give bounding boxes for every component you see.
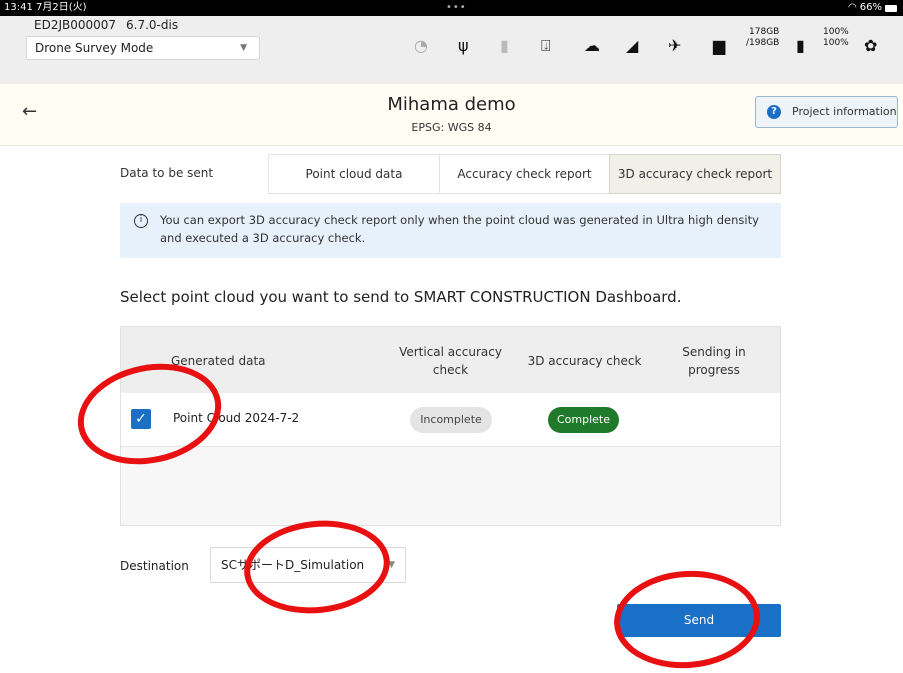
device-id: ED2JB000007 <box>34 18 117 32</box>
project-information-button[interactable]: ? Project information <box>755 96 898 128</box>
point-cloud-table: Generated data Vertical accuracy check 3… <box>120 326 781 526</box>
header-3d-accuracy: 3D accuracy check <box>527 354 642 368</box>
tab-point-cloud-data[interactable]: Point cloud data <box>268 154 440 194</box>
mode-select[interactable]: Drone Survey Mode ▼ <box>26 36 260 60</box>
header-sending: Sending in progress <box>682 345 746 377</box>
battery-icon <box>885 4 897 12</box>
header-generated-data: Generated data <box>171 354 266 368</box>
multitask-dots[interactable]: ••• <box>446 0 467 16</box>
data-type-tabs: Data to be sent Point cloud data Accurac… <box>120 154 781 194</box>
3d-accuracy-status-badge: Complete <box>548 407 619 433</box>
storage-readout: 178GB /198GB <box>746 27 779 49</box>
row-name: Point Cloud 2024-7-2 <box>173 411 300 425</box>
tab-label: 3D accuracy check report <box>617 167 773 181</box>
help-icon: ? <box>767 105 781 119</box>
mode-select-value: Drone Survey Mode <box>35 41 154 55</box>
tab-label: Point cloud data <box>305 167 403 181</box>
gauge-icon[interactable]: ◔ <box>414 36 428 55</box>
storage-total: /198GB <box>746 38 780 48</box>
clock: 13:41 7月2日(火) <box>4 2 87 13</box>
table-row[interactable]: ✓ Point Cloud 2024-7-2 Incomplete Comple… <box>121 393 780 447</box>
battery-level-b: 100% <box>823 38 849 48</box>
select-instruction: Select point cloud you want to send to S… <box>120 288 682 306</box>
chevron-down-icon: ▼ <box>388 560 395 570</box>
tab-3d-accuracy-check-report[interactable]: 3D accuracy check report <box>609 154 781 194</box>
battery-levels: 100% 100% <box>823 27 849 49</box>
vertical-status-badge: Incomplete <box>410 407 492 433</box>
destination-value: SCサポートD_Simulation <box>221 558 365 572</box>
tab-label: Accuracy check report <box>457 167 592 181</box>
row-checkbox[interactable]: ✓ <box>131 409 151 429</box>
signal-icon[interactable]: ◢ <box>626 36 638 55</box>
system-status-bar: 13:41 7月2日(火) ••• ◠ 66% <box>0 0 903 16</box>
gear-icon[interactable]: ✿ <box>864 36 877 55</box>
status-right: ◠ 66% <box>848 0 897 16</box>
notice-text: You can export 3D accuracy check report … <box>160 213 759 245</box>
info-notice: i You can export 3D accuracy check repor… <box>120 203 781 258</box>
firmware-version: 6.7.0-dis <box>126 18 179 32</box>
table-header: Generated data Vertical accuracy check 3… <box>121 327 780 393</box>
data-to-be-sent-label: Data to be sent <box>120 166 214 180</box>
header-vertical-accuracy: Vertical accuracy check <box>399 345 502 377</box>
info-icon: i <box>134 214 148 228</box>
send-button[interactable]: Send <box>617 604 781 637</box>
download-icon[interactable]: ⍗ <box>541 36 551 56</box>
project-information-label: Project information <box>792 105 897 118</box>
destination-select[interactable]: SCサポートD_Simulation ▼ <box>210 547 406 583</box>
folder-icon[interactable]: ▆ <box>713 36 725 55</box>
storage-used: 178GB <box>749 27 780 37</box>
sd-card-icon[interactable]: ▮ <box>500 36 509 55</box>
usb-icon[interactable]: ψ <box>458 36 469 55</box>
drone-battery-icon: ▮ <box>796 36 805 55</box>
chevron-down-icon: ▼ <box>240 43 247 53</box>
tab-accuracy-check-report[interactable]: Accuracy check report <box>439 154 610 194</box>
cloud-icon[interactable]: ☁ <box>584 36 600 55</box>
battery-level-a: 100% <box>823 27 849 37</box>
battery-percent: 66% <box>859 2 882 13</box>
wifi-icon: ◠ <box>848 2 857 13</box>
satellite-icon[interactable]: ✈ <box>668 36 681 55</box>
destination-label: Destination <box>120 559 189 573</box>
